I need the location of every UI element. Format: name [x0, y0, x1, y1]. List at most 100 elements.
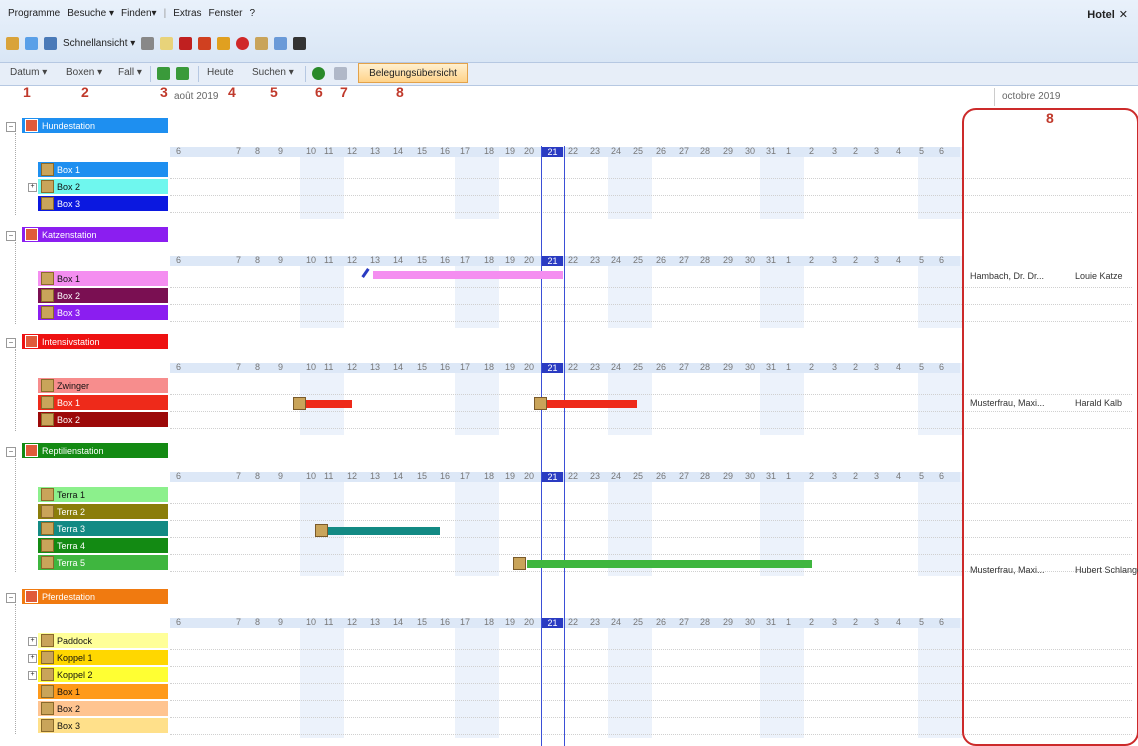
- collapse-toggle[interactable]: −: [6, 338, 16, 348]
- day-label[interactable]: 11: [324, 362, 333, 372]
- day-label[interactable]: 2: [809, 617, 814, 627]
- day-label[interactable]: 19: [505, 362, 515, 372]
- expand-toggle[interactable]: +: [28, 671, 37, 680]
- syringe-icon[interactable]: [141, 37, 155, 50]
- day-label[interactable]: 20: [524, 362, 534, 372]
- day-label[interactable]: 6: [939, 362, 944, 372]
- day-label[interactable]: 29: [723, 146, 733, 156]
- day-label[interactable]: 24: [611, 255, 621, 265]
- day-label[interactable]: 2: [809, 471, 814, 481]
- day-label[interactable]: 24: [611, 362, 621, 372]
- fall-dropdown[interactable]: Fall ▾: [118, 67, 142, 78]
- day-label[interactable]: 3: [874, 471, 879, 481]
- day-label[interactable]: 13: [370, 362, 380, 372]
- day-label[interactable]: 3: [832, 255, 837, 265]
- box-row[interactable]: Terra 4: [38, 538, 168, 553]
- side-owner[interactable]: Musterfrau, Maxi...: [970, 565, 1045, 575]
- day-label[interactable]: 15: [417, 362, 427, 372]
- menu-besuche[interactable]: Besuche ▾: [67, 8, 114, 19]
- day-label[interactable]: 9: [278, 471, 283, 481]
- day-label[interactable]: 5: [919, 617, 924, 627]
- expand-toggle[interactable]: +: [28, 654, 37, 663]
- box-row[interactable]: Terra 2: [38, 504, 168, 519]
- station-header[interactable]: Katzenstation: [22, 227, 168, 242]
- day-label[interactable]: 3: [874, 617, 879, 627]
- day-label[interactable]: 7: [236, 255, 241, 265]
- day-label[interactable]: 10: [306, 471, 316, 481]
- day-label[interactable]: 11: [324, 471, 333, 481]
- box-row[interactable]: Box 1: [38, 162, 168, 177]
- day-label[interactable]: 11: [324, 146, 333, 156]
- book-icon[interactable]: [160, 37, 174, 50]
- day-label[interactable]: 26: [656, 146, 666, 156]
- day-label[interactable]: 25: [633, 362, 643, 372]
- day-label[interactable]: 12: [347, 146, 357, 156]
- menu-programme[interactable]: Programme: [8, 8, 60, 19]
- day-label[interactable]: 13: [370, 617, 380, 627]
- day-label[interactable]: 16: [440, 255, 450, 265]
- day-label[interactable]: 3: [874, 255, 879, 265]
- day-label[interactable]: 2: [809, 146, 814, 156]
- day-label[interactable]: 2: [809, 362, 814, 372]
- day-label[interactable]: 1: [786, 617, 791, 627]
- datum-dropdown[interactable]: Datum ▾: [10, 67, 47, 78]
- boxen-dropdown[interactable]: Boxen ▾: [66, 67, 102, 78]
- day-label[interactable]: 14: [393, 255, 403, 265]
- day-label[interactable]: 6: [939, 255, 944, 265]
- day-label[interactable]: 30: [745, 255, 755, 265]
- day-label[interactable]: 17: [460, 146, 470, 156]
- day-label[interactable]: 28: [700, 471, 710, 481]
- day-label[interactable]: 30: [745, 362, 755, 372]
- booking-bar[interactable]: [306, 400, 352, 408]
- day-label[interactable]: 16: [440, 362, 450, 372]
- day-label[interactable]: 31: [766, 146, 776, 156]
- day-label[interactable]: 10: [306, 146, 316, 156]
- day-label[interactable]: 31: [766, 617, 776, 627]
- day-label[interactable]: 26: [656, 362, 666, 372]
- wizard-icon[interactable]: [6, 37, 19, 50]
- day-label[interactable]: 6: [176, 255, 181, 265]
- side-patient[interactable]: Hubert Schlange: [1075, 565, 1138, 575]
- day-label[interactable]: 23: [590, 255, 600, 265]
- day-label[interactable]: 22: [568, 362, 578, 372]
- day-label[interactable]: 16: [440, 146, 450, 156]
- back-arrow-icon[interactable]: [157, 67, 170, 80]
- day-label[interactable]: 29: [723, 617, 733, 627]
- day-label[interactable]: 12: [347, 255, 357, 265]
- day-label[interactable]: 15: [417, 255, 427, 265]
- day-label[interactable]: 16: [440, 617, 450, 627]
- day-label[interactable]: 24: [611, 146, 621, 156]
- side-owner[interactable]: Musterfrau, Maxi...: [970, 398, 1045, 408]
- day-label[interactable]: 14: [393, 146, 403, 156]
- day-label[interactable]: 6: [176, 362, 181, 372]
- box-row[interactable]: Box 2: [38, 412, 168, 427]
- collapse-toggle[interactable]: −: [6, 231, 16, 241]
- day-label[interactable]: 18: [484, 146, 494, 156]
- day-label[interactable]: 26: [656, 255, 666, 265]
- day-label[interactable]: 6: [176, 617, 181, 627]
- day-label[interactable]: 30: [745, 471, 755, 481]
- box-row[interactable]: Terra 3: [38, 521, 168, 536]
- day-label[interactable]: 1: [786, 362, 791, 372]
- box-row[interactable]: Terra 5: [38, 555, 168, 570]
- side-owner[interactable]: Hambach, Dr. Dr...: [970, 271, 1044, 281]
- day-label[interactable]: 29: [723, 255, 733, 265]
- day-label[interactable]: 14: [393, 471, 403, 481]
- booking-bar[interactable]: [547, 400, 637, 408]
- day-label[interactable]: 26: [656, 617, 666, 627]
- refresh-icon[interactable]: [312, 67, 325, 80]
- day-label[interactable]: 5: [919, 146, 924, 156]
- day-label[interactable]: 6: [939, 471, 944, 481]
- day-label[interactable]: 2: [853, 471, 858, 481]
- schnellansicht-button[interactable]: Schnellansicht ▾: [63, 38, 135, 49]
- day-label[interactable]: 10: [306, 617, 316, 627]
- day-label[interactable]: 22: [568, 255, 578, 265]
- day-label[interactable]: 6: [939, 617, 944, 627]
- day-label[interactable]: 28: [700, 617, 710, 627]
- day-label[interactable]: 5: [919, 255, 924, 265]
- day-label[interactable]: 27: [679, 255, 689, 265]
- close-icon[interactable]: ✕: [1119, 9, 1128, 21]
- day-label[interactable]: 4: [896, 255, 901, 265]
- day-label[interactable]: 2: [853, 362, 858, 372]
- day-label[interactable]: 27: [679, 617, 689, 627]
